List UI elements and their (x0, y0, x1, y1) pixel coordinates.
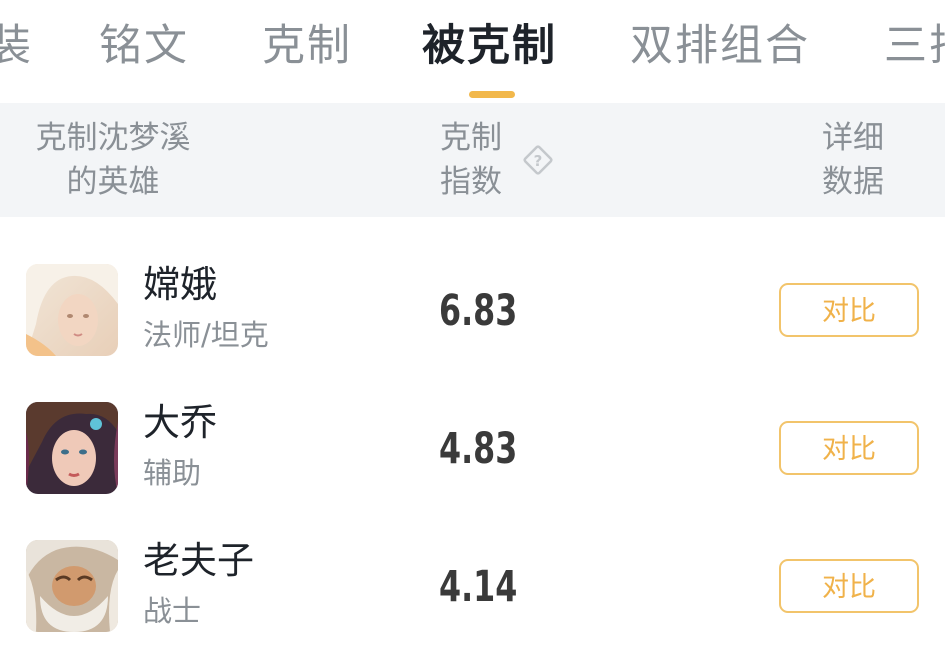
active-tab-indicator (469, 91, 515, 98)
tab-bar: 装 铭文 克制 被克制 双排组合 三排 (0, 0, 945, 103)
hero-role: 战士 (143, 594, 202, 628)
tab-inscription[interactable]: 铭文 (99, 18, 189, 74)
counter-score: 6.83 (439, 286, 518, 336)
tab-countered-by[interactable]: 被克制 (422, 18, 557, 74)
table-row[interactable]: 大乔 辅助 4.83 对比 (0, 379, 945, 517)
header-heroes-line2: 的英雄 (66, 164, 160, 200)
header-heroes-line1: 克制沈梦溪 (35, 120, 191, 156)
hero-avatar-laofuzi[interactable] (26, 540, 118, 632)
tab-duo-combo[interactable]: 双排组合 (630, 18, 810, 74)
table-row[interactable]: 老夫子 战士 4.14 对比 (0, 517, 945, 655)
tab-equipment[interactable]: 装 (0, 18, 33, 74)
compare-button[interactable]: 对比 (779, 421, 919, 475)
counter-score: 4.83 (439, 424, 518, 474)
header-index-line1: 克制 (440, 120, 502, 156)
question-diamond-icon[interactable]: ? (521, 143, 555, 177)
tab-trio-combo[interactable]: 三排 (884, 18, 945, 74)
header-details-column: 详细 数据 (818, 116, 888, 204)
compare-button[interactable]: 对比 (779, 559, 919, 613)
counter-score: 4.14 (439, 562, 518, 612)
compare-button[interactable]: 对比 (779, 283, 919, 337)
hero-name: 大乔 (143, 401, 217, 444)
table-row[interactable]: 嫦娥 法师/坦克 6.83 对比 (0, 241, 945, 379)
hero-avatar-daqiao[interactable] (26, 402, 118, 494)
svg-text:?: ? (534, 152, 543, 170)
hero-avatar-change[interactable] (26, 264, 118, 356)
header-details-line1: 详细 (822, 120, 884, 156)
header-index-line2: 指数 (440, 164, 502, 200)
hero-name: 老夫子 (143, 539, 254, 582)
hero-name: 嫦娥 (143, 263, 217, 306)
header-counter-index-column: 克制 指数 (440, 116, 508, 204)
header-details-line2: 数据 (822, 164, 884, 200)
hero-role: 法师/坦克 (143, 318, 269, 352)
header-heroes-column: 克制沈梦溪 的英雄 (26, 116, 200, 204)
tab-counters[interactable]: 克制 (262, 18, 352, 74)
hero-role: 辅助 (143, 456, 202, 490)
